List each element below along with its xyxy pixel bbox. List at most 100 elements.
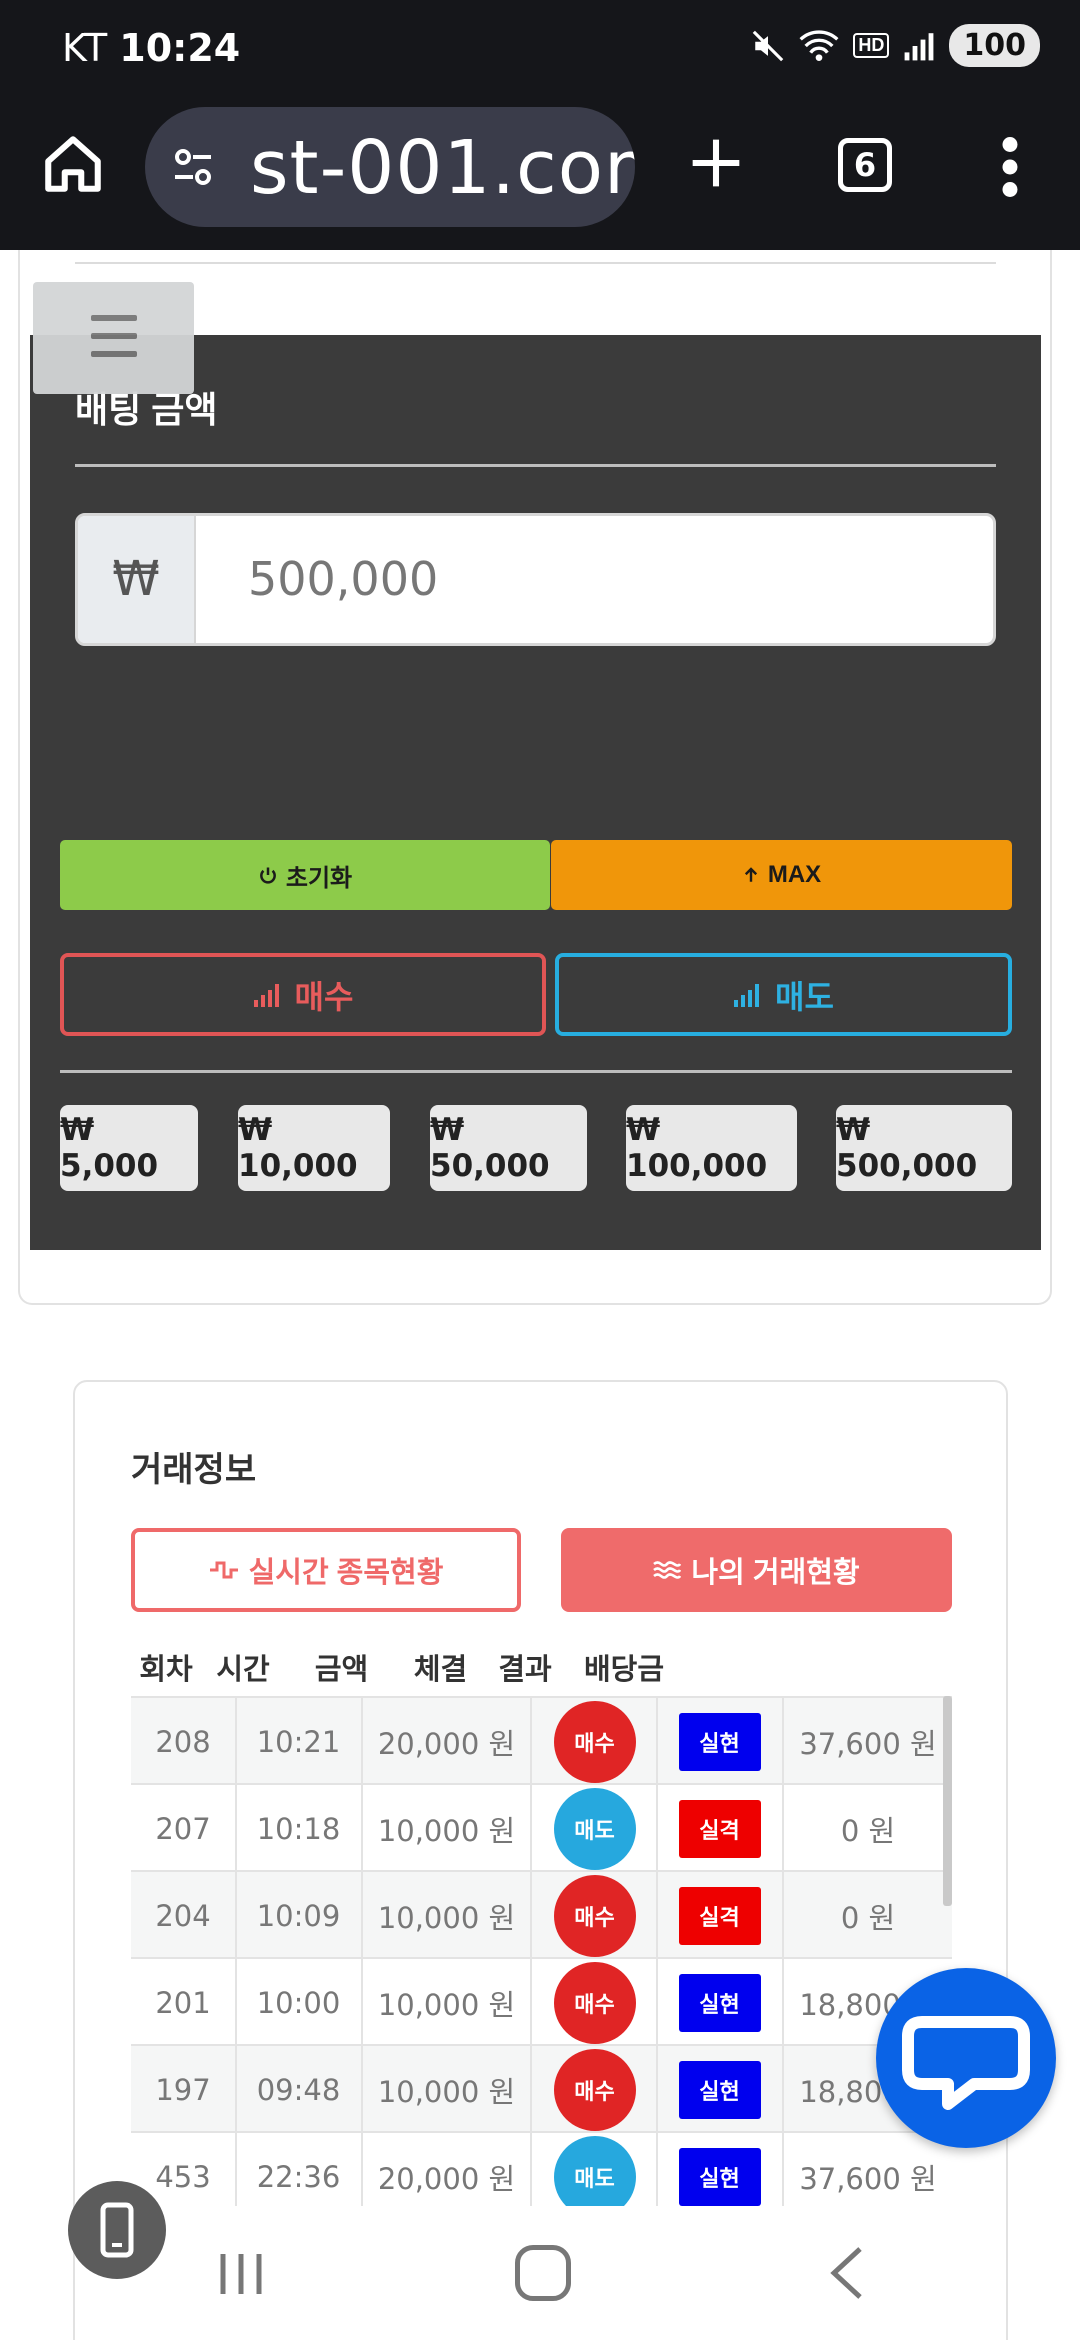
cell-result: 실격 [656,1872,781,1959]
new-tab-icon[interactable] [688,135,744,191]
signal-bars-icon [734,983,760,1007]
cell-result: 실현 [656,2046,781,2133]
cell-round: 207 [155,1811,211,1846]
cell-amount: 10,000 원 [361,1959,530,2046]
clock: 10:24 [119,26,241,70]
cell-time: 10:21 [235,1698,360,1785]
reset-label: 초기화 [285,864,353,892]
url-text[interactable]: st-001.com [250,125,635,211]
max-label: MAX [767,861,822,888]
address-bar[interactable]: st-001.com [145,107,635,227]
chip-100000[interactable]: ₩ 100,000 [626,1105,797,1191]
table-row: 453 22:36 20,000 원 매도 실현 37,600 원 [131,2131,952,2206]
cell-result: 실현 [656,1698,781,1785]
cell-side: 매도 [530,2133,657,2206]
cell-time: 10:18 [235,1785,360,1872]
more-menu-icon[interactable] [1000,137,1020,197]
side-badge: 매수 [553,1961,636,2044]
bet-amount-value[interactable]: 500,000 [248,516,438,643]
tab-mine-label: 나의 거래현황 [691,1557,860,1589]
hamburger-line [91,351,137,357]
power-icon [260,867,276,884]
buy-button[interactable]: 매수 [60,953,546,1036]
result-badge: 실현 [678,1973,761,2032]
cell-side: 매수 [530,1959,657,2046]
reset-button[interactable]: 초기화 [60,840,550,910]
system-nav-bar [0,2200,1080,2340]
divider [60,1070,1012,1073]
cell-time: 10:09 [235,1872,360,1959]
chip-500000[interactable]: ₩ 500,000 [836,1105,1012,1191]
cell-side: 매도 [530,1785,657,1872]
side-badge: 매수 [553,1874,636,1957]
tab-realtime-label: 실시간 종목현황 [248,1557,444,1589]
back-icon[interactable] [826,2245,866,2301]
side-badge: 매수 [553,1700,636,1783]
home-icon[interactable] [40,131,106,197]
carrier-label: KT [62,26,108,70]
table-row: 197 09:48 10,000 원 매수 실현 18,800 원 [131,2044,952,2133]
result-badge: 실격 [678,1886,761,1945]
trade-table-body: 208 10:21 20,000 원 매수 실현 37,600 원 207 10:18 10,0… [131,1696,952,2206]
cell-payout: 37,600 원 [782,1698,952,1785]
max-button[interactable]: MAX [551,840,1012,910]
cell-round: 201 [155,1985,211,2020]
col-payout: 배당금 [583,1654,665,1686]
result-badge: 실현 [678,2060,761,2119]
status-bar: KT 10:24 HD 100 [0,0,1080,95]
recent-apps-icon[interactable] [218,2250,264,2298]
cell-amount: 20,000 원 [361,2133,530,2206]
cell-side: 매수 [530,2046,657,2133]
cell-time: 09:48 [235,2046,360,2133]
sell-button[interactable]: 매도 [555,953,1012,1036]
carrier-time: KT 10:24 [62,26,240,70]
table-row: 201 10:00 10,000 원 매수 실현 18,800 원 [131,1957,952,2046]
cell-round: 204 [155,1898,211,1933]
col-time: 시간 [216,1654,270,1686]
cell-side: 매수 [530,1872,657,1959]
cell-amount: 10,000 원 [361,1872,530,1959]
wifi-icon [799,29,839,61]
trade-info-title: 거래정보 [131,1451,257,1489]
hamburger-menu-button[interactable] [33,282,194,394]
side-badge: 매수 [553,2048,636,2131]
signal-icon [904,32,934,60]
table-scrollbar[interactable] [943,1696,952,1906]
col-fill: 체결 [413,1654,468,1686]
tab-my-trades[interactable]: 나의 거래현황 [561,1528,952,1612]
betting-panel: 배팅 금액 ₩ 500,000 초기화 MAX 매수 매도 ₩ 5,000 ₩ … [30,335,1041,1250]
mute-icon [753,30,784,61]
chip-5000[interactable]: ₩ 5,000 [60,1105,198,1191]
tab-switcher-button[interactable]: 6 [838,138,892,192]
pulse-icon [209,1561,238,1579]
hamburger-line [91,315,137,321]
cell-payout: 0 원 [782,1872,952,1959]
result-badge: 실격 [678,1799,761,1858]
browser-toolbar: st-001.com 6 [0,95,1080,250]
cell-round: 197 [155,2072,211,2107]
chip-50000[interactable]: ₩ 50,000 [430,1105,587,1191]
cell-side: 매수 [530,1698,657,1785]
table-row: 208 10:21 20,000 원 매수 실현 37,600 원 [131,1696,952,1785]
hamburger-line [91,333,137,339]
cell-time: 22:36 [235,2133,360,2206]
col-result: 결과 [498,1654,552,1686]
site-settings-icon[interactable] [169,143,217,191]
side-badge: 매도 [553,2135,636,2206]
home-nav-button[interactable] [515,2245,571,2301]
buy-label: 매수 [294,978,354,1015]
bet-amount-input[interactable]: ₩ 500,000 [75,513,996,646]
cell-amount: 10,000 원 [361,2046,530,2133]
table-row: 207 10:18 10,000 원 매도 실격 0 원 [131,1783,952,1872]
cell-round: 208 [155,1724,211,1759]
waves-icon [653,1561,682,1579]
arrow-up-icon [744,867,757,882]
tab-realtime-status[interactable]: 실시간 종목현황 [131,1528,521,1612]
quick-amount-chips: ₩ 5,000 ₩ 10,000 ₩ 50,000 ₩ 100,000 ₩ 50… [60,1105,1012,1191]
col-amount: 금액 [314,1654,369,1686]
cell-result: 실현 [656,1959,781,2046]
chip-10000[interactable]: ₩ 10,000 [238,1105,390,1191]
battery-indicator: 100 [949,24,1040,67]
signal-bars-icon [253,983,279,1007]
chat-button[interactable] [876,1968,1056,2148]
